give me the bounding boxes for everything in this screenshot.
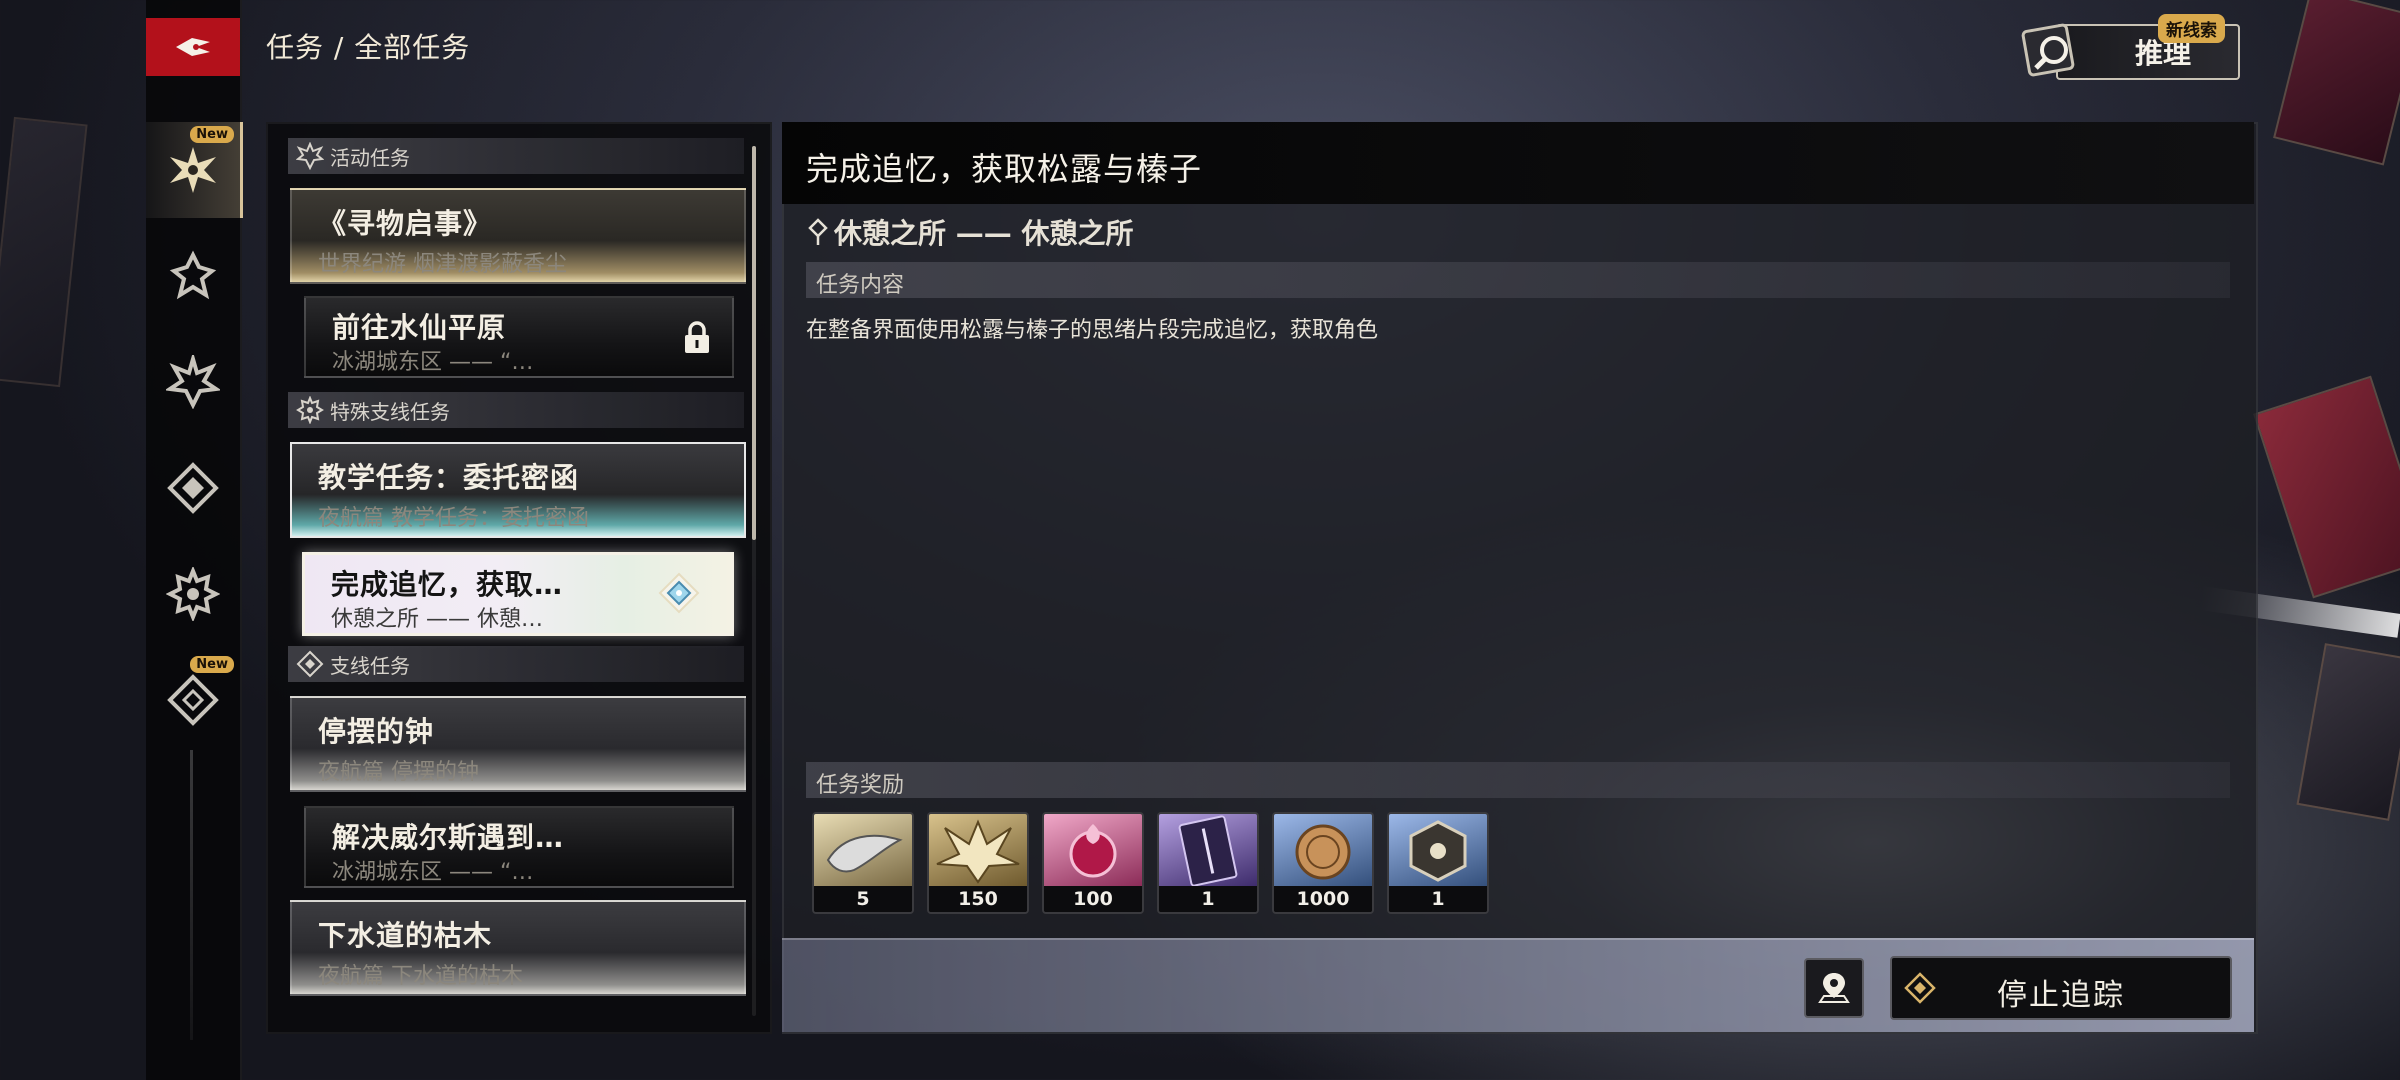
cube-eye-icon — [1389, 814, 1487, 886]
star-emblem-icon — [296, 142, 324, 170]
deduce-widget: 推理 新线索 — [2020, 14, 2240, 82]
background-card-shard — [2253, 375, 2400, 599]
reward-item[interactable]: 1000 — [1272, 812, 1374, 914]
lock-icon — [685, 321, 709, 353]
section-label: 任务内容 — [816, 273, 905, 298]
background-card-shard — [2273, 0, 2400, 166]
reward-item[interactable]: 1 — [1157, 812, 1259, 914]
quest-card[interactable]: 解决威尔斯遇到… 冰湖城东区 —— “… — [304, 806, 734, 888]
category-label: 活动任务 — [330, 145, 410, 170]
quest-title: 教学任务：委托密函 — [318, 461, 580, 494]
category-header-special[interactable]: 特殊支线任务 — [288, 392, 744, 428]
quest-subtitle: 休憩之所 —— 休憩… — [331, 607, 543, 632]
quest-title: 下水道的枯木 — [318, 919, 493, 952]
quest-card[interactable]: 前往水仙平原 冰湖城东区 —— “… — [304, 296, 734, 378]
fleur-emblem-icon — [169, 250, 217, 300]
quest-title: 前往水仙平原 — [332, 311, 507, 344]
rail-divider — [190, 750, 193, 1040]
breadcrumb: 任务 / 全部任务 — [266, 31, 471, 64]
rail-tab-special[interactable] — [146, 546, 240, 642]
reward-count: 1 — [1389, 886, 1487, 912]
reward-count: 1000 — [1274, 886, 1372, 912]
flower-emblem-icon — [170, 147, 216, 193]
rail-tab-side[interactable] — [146, 440, 240, 536]
quest-location: 休憩之所 —— 休憩之所 — [808, 212, 1134, 252]
diamond-emblem-icon — [296, 650, 324, 678]
reward-count: 5 — [814, 886, 912, 912]
content-section-header: 任务内容 — [806, 262, 2230, 298]
rail-tab-activity[interactable]: New — [146, 122, 243, 218]
quest-subtitle: 夜航篇 教学任务：委托密函 — [318, 506, 589, 531]
new-badge: New — [190, 656, 234, 673]
diamond-emblem-icon — [167, 462, 219, 514]
rewards-section-header: 任务奖励 — [806, 762, 2230, 798]
quest-title: 解决威尔斯遇到… — [332, 821, 565, 854]
quest-subtitle: 世界纪游 烟津渡影蔽香尘 — [318, 252, 567, 277]
stop-tracking-label: 停止追踪 — [1997, 978, 2125, 1013]
category-label: 支线任务 — [330, 653, 410, 678]
map-location-button[interactable] — [1804, 958, 1864, 1018]
background-card-shard — [2296, 643, 2400, 821]
tracking-diamond-icon — [658, 572, 700, 614]
quest-card[interactable]: 《寻物启事》 世界纪游 烟津渡影蔽香尘 — [290, 188, 746, 284]
reward-count: 100 — [1044, 886, 1142, 912]
gear-emblem-icon — [296, 396, 324, 424]
section-label: 任务奖励 — [816, 773, 905, 798]
reward-item[interactable]: 100 — [1042, 812, 1144, 914]
quest-subtitle: 冰湖城东区 —— “… — [332, 350, 534, 375]
magnifier-icon — [2021, 23, 2075, 77]
quest-subtitle: 冰湖城东区 —— “… — [332, 860, 534, 885]
quest-description: 在整备界面使用松露与榛子的思绪片段完成追忆，获取角色 — [806, 318, 1379, 343]
quest-title: 停摆的钟 — [318, 715, 435, 748]
background-card-shard — [0, 116, 88, 388]
new-badge: New — [190, 126, 234, 143]
location-pin-icon — [808, 218, 828, 245]
quest-card[interactable]: 停摆的钟 夜航篇 停摆的钟 — [290, 696, 746, 792]
rail-tab-story[interactable] — [146, 334, 240, 430]
crimson-orb-icon — [1044, 814, 1142, 886]
gear-emblem-icon — [166, 567, 220, 621]
category-label: 特殊支线任务 — [330, 399, 450, 424]
feather-scroll-icon — [814, 814, 912, 886]
quest-detail-title: 完成追忆，获取松露与榛子 — [806, 150, 1203, 188]
rail-tab-commission[interactable]: New — [146, 652, 240, 748]
quest-subtitle: 夜航篇 停摆的钟 — [318, 760, 479, 785]
rail-tab-main[interactable] — [146, 228, 240, 324]
category-header-side[interactable]: 支线任务 — [288, 646, 744, 682]
quest-title: 完成追忆，获取… — [331, 568, 564, 601]
location-text: 休憩之所 —— 休憩之所 — [834, 217, 1134, 250]
reward-count: 1 — [1159, 886, 1257, 912]
horned-crest-icon — [929, 814, 1027, 886]
reward-item[interactable]: 1 — [1387, 812, 1489, 914]
stop-tracking-button[interactable]: 停止追踪 — [1890, 956, 2232, 1020]
quest-card-selected[interactable]: 完成追忆，获取… 休憩之所 —— 休憩… — [302, 552, 734, 636]
reward-count: 150 — [929, 886, 1027, 912]
reward-item[interactable]: 150 — [927, 812, 1029, 914]
quest-title: 《寻物启事》 — [318, 207, 493, 240]
quest-subtitle: 夜航篇 下水道的枯木 — [318, 964, 523, 989]
bronze-coin-icon — [1274, 814, 1372, 886]
star-emblem-icon — [166, 355, 220, 409]
back-arrow-icon — [176, 38, 210, 56]
map-pin-icon — [1818, 973, 1850, 1003]
quest-card[interactable]: 下水道的枯木 夜航篇 下水道的枯木 — [290, 900, 746, 996]
dagger-card-icon — [1159, 814, 1257, 886]
back-button[interactable] — [146, 18, 240, 76]
quest-detail-title-bar: 完成追忆，获取松露与榛子 — [782, 122, 2254, 204]
category-header-activity[interactable]: 活动任务 — [288, 138, 744, 174]
reward-item[interactable]: 5 — [812, 812, 914, 914]
new-clue-badge: 新线索 — [2158, 14, 2225, 43]
quest-list-scrollbar[interactable] — [752, 146, 756, 540]
compass-emblem-icon — [167, 674, 219, 726]
quest-card[interactable]: 教学任务：委托密函 夜航篇 教学任务：委托密函 — [290, 442, 746, 538]
